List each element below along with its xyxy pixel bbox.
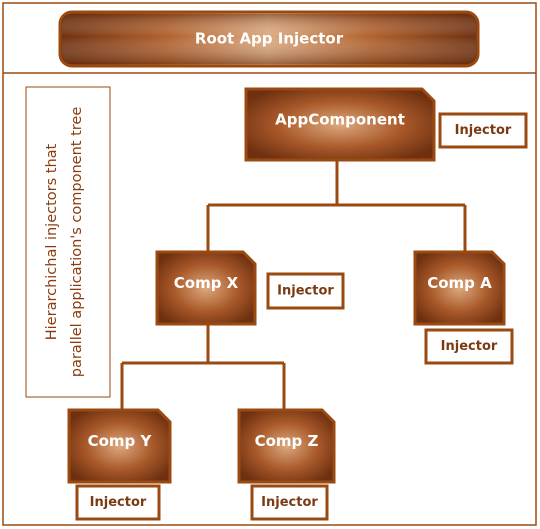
node-compz: Comp Z (237, 408, 336, 484)
node-label: Comp Y (88, 432, 153, 450)
injector-compz: Injector (250, 484, 329, 521)
side-note-line1: Hierarchichal injectors that (44, 143, 60, 340)
node-compa: Comp A (413, 250, 506, 326)
injector-compa: Injector (424, 328, 514, 365)
node-label: Comp A (427, 274, 492, 292)
node-compy: Comp Y (67, 408, 172, 484)
injector-label: Injector (455, 123, 512, 138)
injector-app: Injector (438, 112, 528, 149)
injector-label: Injector (90, 495, 147, 510)
root-app-injector: Root App Injector (58, 10, 480, 68)
injector-tree-diagram: Root App Injector Hierarchichal injector… (2, 2, 537, 526)
node-app: AppComponent (244, 87, 436, 162)
side-note: Hierarchichal injectors that parallel ap… (25, 86, 111, 398)
node-label: AppComponent (275, 111, 405, 129)
node-compx: Comp X (155, 250, 257, 326)
injector-compx: Injector (266, 272, 345, 310)
injector-label: Injector (277, 284, 334, 299)
side-note-line2: parallel application's component tree (69, 107, 85, 378)
injector-compy: Injector (75, 484, 161, 521)
injector-label: Injector (261, 495, 318, 510)
injector-label: Injector (441, 339, 498, 354)
node-label: Comp X (174, 274, 239, 292)
root-label: Root App Injector (195, 30, 344, 48)
node-label: Comp Z (255, 432, 319, 450)
